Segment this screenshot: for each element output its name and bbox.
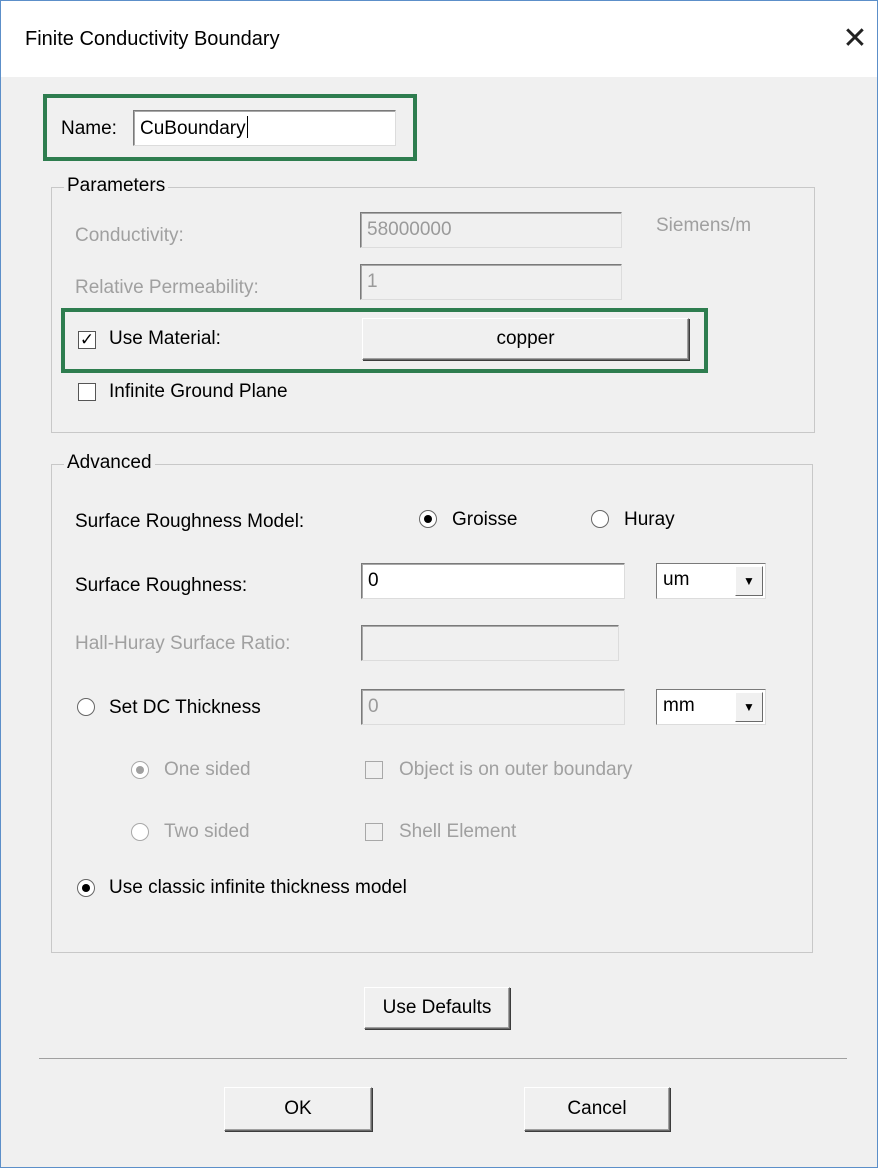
chevron-down-icon[interactable]: ▼ <box>735 566 763 596</box>
conductivity-label: Conductivity: <box>75 225 184 246</box>
advanced-group-label: Advanced <box>64 452 155 474</box>
dialog-window: Finite Conductivity Boundary ✕ Name: CuB… <box>0 0 878 1168</box>
shell-element-checkbox[interactable] <box>365 823 383 841</box>
hall-huray-input[interactable] <box>361 625 619 661</box>
huray-label: Huray <box>624 509 675 530</box>
cancel-button[interactable]: Cancel <box>524 1087 670 1131</box>
name-label: Name: <box>61 118 117 139</box>
divider <box>39 1058 847 1059</box>
dc-thickness-input[interactable]: 0 <box>361 689 625 725</box>
set-dc-label: Set DC Thickness <box>109 697 261 718</box>
huray-radio[interactable] <box>591 510 609 528</box>
parameters-group-label: Parameters <box>64 175 169 197</box>
conductivity-input[interactable]: 58000000 <box>360 212 622 248</box>
roughness-unit-select[interactable]: um ▼ <box>656 563 766 599</box>
infinite-ground-label: Infinite Ground Plane <box>109 381 288 402</box>
groisse-label: Groisse <box>452 509 518 530</box>
two-sided-label: Two sided <box>164 821 250 842</box>
name-input[interactable]: CuBoundary <box>133 110 396 146</box>
roughness-input[interactable]: 0 <box>361 563 625 599</box>
permeability-input[interactable]: 1 <box>360 264 622 300</box>
classic-model-radio[interactable] <box>77 879 95 897</box>
classic-model-label: Use classic infinite thickness model <box>109 877 407 898</box>
roughness-unit-value: um <box>663 569 690 590</box>
infinite-ground-checkbox[interactable] <box>78 383 96 401</box>
chevron-down-icon[interactable]: ▼ <box>735 692 763 722</box>
dc-unit-select[interactable]: mm ▼ <box>656 689 766 725</box>
one-sided-radio[interactable] <box>131 761 149 779</box>
outer-boundary-checkbox[interactable] <box>365 761 383 779</box>
shell-element-label: Shell Element <box>399 821 517 842</box>
material-button[interactable]: copper <box>362 318 689 360</box>
dc-unit-value: mm <box>663 695 695 716</box>
hall-huray-label: Hall-Huray Surface Ratio: <box>75 633 291 654</box>
one-sided-label: One sided <box>164 759 251 780</box>
two-sided-radio[interactable] <box>131 823 149 841</box>
use-material-label: Use Material: <box>109 328 221 349</box>
set-dc-radio[interactable] <box>77 698 95 716</box>
outer-boundary-label: Object is on outer boundary <box>399 759 633 780</box>
permeability-label: Relative Permeability: <box>75 277 259 298</box>
ok-button[interactable]: OK <box>224 1087 372 1131</box>
use-defaults-button[interactable]: Use Defaults <box>364 987 510 1029</box>
use-material-checkbox[interactable]: ✓ <box>78 331 96 349</box>
roughness-model-label: Surface Roughness Model: <box>75 511 305 532</box>
roughness-label: Surface Roughness: <box>75 575 248 596</box>
groisse-radio[interactable] <box>419 510 437 528</box>
conductivity-unit: Siemens/m <box>656 215 752 236</box>
title-bar: Finite Conductivity Boundary ✕ <box>1 1 877 77</box>
close-icon[interactable]: ✕ <box>837 21 873 57</box>
dialog-title: Finite Conductivity Boundary <box>25 28 280 50</box>
